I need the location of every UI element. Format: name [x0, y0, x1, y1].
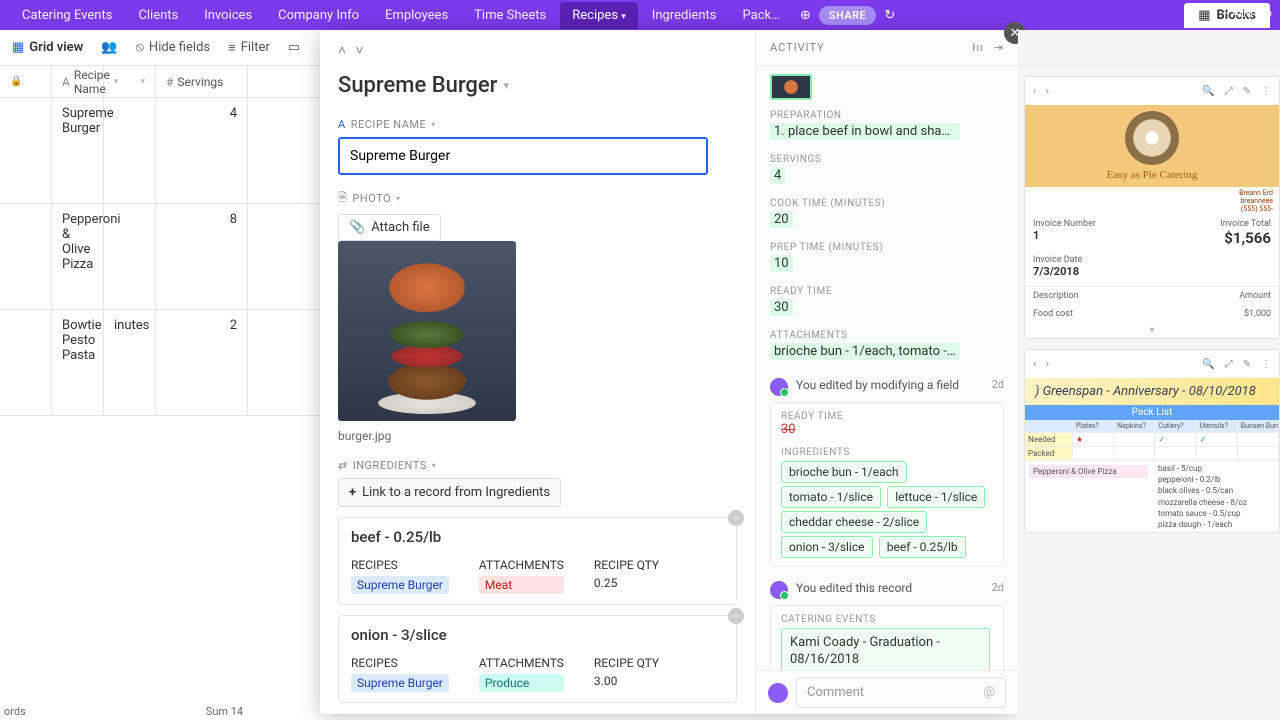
logo-image: [1125, 111, 1179, 165]
prev-record-button[interactable]: ˄: [338, 43, 346, 59]
chevron-down-icon[interactable]: ▾: [503, 79, 509, 92]
attach-file-button[interactable]: 📎Attach file: [338, 214, 441, 241]
tab-time-sheets[interactable]: Time Sheets: [462, 2, 558, 29]
next-icon[interactable]: ›: [1046, 359, 1049, 370]
prev-icon[interactable]: ‹: [1033, 86, 1036, 97]
ingredient-card[interactable]: − onion - 3/slice RECIPESSupreme Burger …: [338, 615, 737, 703]
collapse-icon[interactable]: ⇥: [994, 41, 1004, 54]
expand-icon[interactable]: ⤢: [1225, 86, 1233, 97]
avatar: [768, 683, 788, 703]
photo-caption: burger.jpg: [338, 429, 737, 443]
grid-icon: ▦: [12, 40, 24, 55]
field-label-photo: 🗎PHOTO▾: [338, 189, 737, 208]
remove-ingredient-button[interactable]: −: [728, 608, 744, 624]
blocks-sidebar: ‹›🔍⤢✎⋮ Easy as Pie Catering Breann Erdbr…: [1018, 30, 1280, 720]
blocks-icon: ▦: [1198, 8, 1210, 23]
lock-icon: 🔒: [10, 76, 22, 87]
mention-icon[interactable]: @: [983, 685, 995, 700]
search-icon[interactable]: 🔍: [1202, 359, 1214, 370]
hide-fields-button[interactable]: ⦸Hide fields: [135, 40, 210, 55]
search-icon[interactable]: 🔍: [1202, 86, 1214, 97]
servings-sum: Sum 14: [206, 705, 243, 718]
activity-header: ACTIVITY: [770, 41, 825, 54]
avatar: [770, 581, 788, 599]
packlist-title: ) Greenspan - Anniversary - 08/10/2018: [1025, 378, 1279, 405]
add-tab-button[interactable]: ⊕: [794, 8, 817, 23]
record-count: ords: [4, 705, 26, 718]
record-detail-panel: ✕ ˄ ˅ Supreme Burger▾ ARECIPE NAME▾ 🗎PHO…: [320, 30, 1018, 714]
record-title: Supreme Burger▾: [338, 73, 737, 98]
link-ingredient-button[interactable]: +Link to a record from Ingredients: [338, 478, 561, 507]
activity-event: You edited by modifying a field 2d: [770, 378, 1004, 396]
recipe-photo[interactable]: [338, 241, 516, 421]
recipe-name-input[interactable]: [338, 137, 708, 175]
ingredient-tags: brioche bun - 1/each tomato - 1/slice le…: [781, 458, 993, 558]
filter-icon: ≡: [228, 40, 236, 56]
attachment-icon: 🗎: [338, 189, 347, 208]
ingredient-name: onion - 3/slice: [351, 626, 724, 644]
activity-thumbnail: [770, 74, 812, 100]
packlist-ingredients: basil - 5/cuppepperoni - 0.2/lbblack oli…: [1152, 461, 1253, 532]
next-record-button[interactable]: ˅: [355, 43, 363, 59]
comment-input[interactable]: Comment@: [796, 677, 1006, 708]
top-tabbar: Catering Events Clients Invoices Company…: [0, 0, 1280, 30]
link-icon: ⇄: [338, 459, 348, 472]
tab-pack[interactable]: Pack…: [731, 2, 792, 29]
avatar: [770, 378, 788, 396]
edit-icon[interactable]: ✎: [1243, 359, 1251, 370]
more-icon[interactable]: ⋮: [1261, 359, 1271, 370]
ingredient-card[interactable]: − beef - 0.25/lb RECIPESSupreme Burger A…: [338, 517, 737, 605]
collaborators-icon[interactable]: 👥: [101, 40, 117, 55]
field-label-ingredients: ⇄INGREDIENTS▾: [338, 459, 737, 472]
block-resize-handle[interactable]: ▾: [1025, 323, 1279, 338]
prev-icon[interactable]: ‹: [1033, 359, 1036, 370]
eye-off-icon: ⦸: [135, 40, 143, 55]
tab-company-info[interactable]: Company Info: [266, 2, 371, 29]
field-label-recipe-name: ARECIPE NAME▾: [338, 118, 737, 131]
col-checkbox[interactable]: 🔒: [0, 66, 52, 97]
packlist-recipe: Pepperoni & Olive Pizza: [1029, 465, 1148, 478]
rss-icon[interactable]: łıı: [972, 41, 983, 54]
add-block-button[interactable]: + Add a b: [1222, 6, 1272, 20]
activity-panel: ACTIVITY łıı⇥ PREPARATION 1. place beef …: [756, 30, 1018, 714]
tab-clients[interactable]: Clients: [126, 2, 190, 29]
invoice-header: Easy as Pie Catering: [1025, 105, 1279, 187]
tab-invoices[interactable]: Invoices: [192, 2, 264, 29]
tab-recipes[interactable]: Recipes ▾: [560, 2, 638, 29]
col-unknown[interactable]: ▾: [104, 66, 156, 97]
next-icon[interactable]: ›: [1046, 86, 1049, 97]
share-button[interactable]: SHARE: [819, 6, 877, 25]
edit-icon[interactable]: ✎: [1243, 86, 1251, 97]
tab-ingredients[interactable]: Ingredients: [640, 2, 729, 29]
history-icon[interactable]: ↻: [878, 8, 901, 23]
chevron-down-icon: ▾: [621, 12, 626, 22]
activity-event: You edited this record 2d: [770, 581, 1004, 599]
tab-employees[interactable]: Employees: [373, 2, 460, 29]
more-view-options[interactable]: ▭: [288, 40, 300, 55]
packlist-grid: Plates?Napkins?Cutlery?Utensils?Bunsen B…: [1025, 420, 1279, 461]
tab-catering-events[interactable]: Catering Events: [10, 2, 124, 29]
invoice-block[interactable]: ‹›🔍⤢✎⋮ Easy as Pie Catering Breann Erdbr…: [1024, 76, 1280, 339]
remove-ingredient-button[interactable]: −: [728, 510, 744, 526]
expand-icon[interactable]: ⤢: [1225, 359, 1233, 370]
grid-view-selector[interactable]: ▦Grid view: [12, 40, 83, 55]
ingredient-name: beef - 0.25/lb: [351, 528, 724, 546]
packlist-block[interactable]: ‹ › 🔍 ⤢ ✎ ⋮ ) Greenspan - Anniversary - 08/10…: [1024, 349, 1280, 533]
paperclip-icon: 📎: [349, 220, 365, 235]
col-servings[interactable]: #Servings: [156, 66, 248, 97]
col-recipe-name[interactable]: ARecipe Name▾: [52, 66, 104, 97]
more-icon[interactable]: ⋮: [1261, 86, 1271, 97]
filter-button[interactable]: ≡Filter: [228, 40, 270, 56]
record-main: ˄ ˅ Supreme Burger▾ ARECIPE NAME▾ 🗎PHOTO…: [320, 30, 756, 714]
